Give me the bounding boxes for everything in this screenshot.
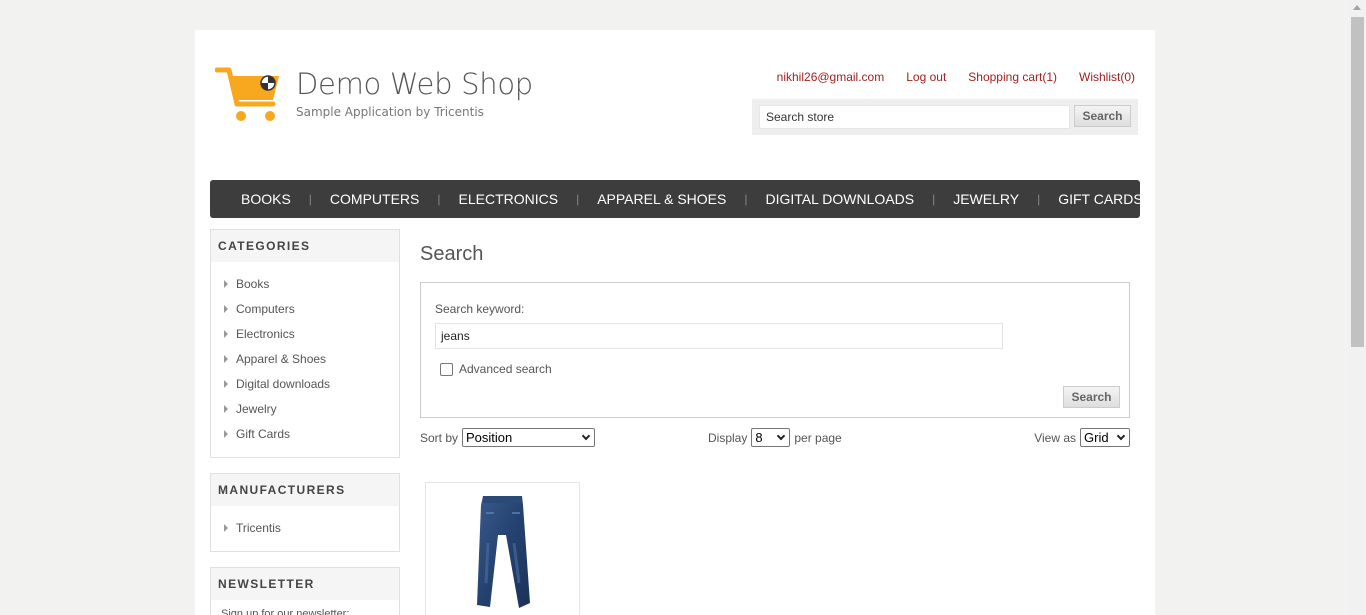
store-search-button[interactable]: Search: [1074, 105, 1131, 127]
shopping-cart-logo-icon[interactable]: [215, 66, 281, 124]
newsletter-text: Sign up for our newsletter:: [221, 608, 350, 615]
menu-item-gift-cards[interactable]: GIFT CARDS: [1040, 191, 1161, 207]
arrow-right-icon: [224, 304, 228, 313]
shop-subtitle: Sample Application by Tricentis: [296, 105, 484, 119]
search-button[interactable]: Search: [1063, 386, 1120, 408]
category-item-jewelry[interactable]: Jewelry: [224, 396, 399, 421]
search-keyword-label: Search keyword:: [435, 302, 525, 316]
category-item-computers[interactable]: Computers: [224, 296, 399, 321]
store-search-box: Search store Search: [752, 99, 1138, 135]
advanced-search-option[interactable]: Advanced search: [440, 362, 552, 376]
menu-item-electronics[interactable]: ELECTRONICS: [441, 191, 577, 207]
arrow-right-icon: [224, 429, 228, 438]
category-item-apparel-shoes[interactable]: Apparel & Shoes: [224, 346, 399, 371]
menu-item-jewelry[interactable]: JEWELRY: [935, 191, 1037, 207]
sort-by-select[interactable]: Position: [462, 428, 596, 447]
arrow-right-icon: [224, 354, 228, 363]
advanced-search-checkbox[interactable]: [440, 362, 453, 376]
shopping-cart-link[interactable]: Shopping cart(1): [968, 70, 1057, 84]
product-item[interactable]: [425, 482, 580, 615]
arrow-right-icon: [224, 279, 228, 288]
wishlist-link[interactable]: Wishlist(0): [1079, 70, 1135, 84]
category-item-gift-cards[interactable]: Gift Cards: [224, 421, 399, 446]
categories-title: CATEGORIES: [211, 230, 399, 262]
chevron-down-icon: [581, 431, 591, 440]
page-size-value: 8: [755, 430, 763, 445]
store-search-input[interactable]: Search store: [759, 105, 1070, 129]
page-title: Search: [420, 243, 484, 265]
category-label[interactable]: Jewelry: [236, 402, 277, 416]
category-label[interactable]: Gift Cards: [236, 427, 290, 441]
menu-item-digital-downloads[interactable]: DIGITAL DOWNLOADS: [748, 191, 933, 207]
menu-item-computers[interactable]: COMPUTERS: [312, 191, 437, 207]
sort-by-label: Sort by: [420, 430, 459, 445]
chevron-down-icon: [777, 431, 786, 440]
manufacturer-item-tricentis[interactable]: Tricentis: [224, 515, 399, 540]
product-selectors: Sort by Position Display 8 per page View…: [420, 428, 1130, 448]
category-label[interactable]: Books: [236, 277, 269, 291]
menu-item-books[interactable]: BOOKS: [223, 191, 309, 207]
sort-by-value: Position: [466, 430, 513, 445]
arrow-right-icon: [224, 329, 228, 338]
logout-link[interactable]: Log out: [906, 70, 946, 84]
view-as-group: View as Grid: [1034, 428, 1130, 447]
search-keyword-input[interactable]: jeans: [435, 323, 1003, 349]
display-group: Display 8 per page: [708, 428, 842, 447]
arrow-right-icon: [224, 379, 228, 388]
chevron-down-icon: [1116, 431, 1126, 440]
per-page-label: per page: [794, 430, 842, 445]
page-size-select[interactable]: 8: [751, 428, 791, 447]
manufacturers-block: MANUFACTURERS Tricentis: [210, 473, 400, 552]
top-menu: BOOKS | COMPUTERS | ELECTRONICS | APPARE…: [210, 180, 1143, 218]
scrollbar-thumb[interactable]: [1351, 17, 1364, 347]
arrow-right-icon: [224, 404, 228, 413]
search-panel: Search keyword: jeans Advanced search Se…: [420, 282, 1130, 418]
category-item-electronics[interactable]: Electronics: [224, 321, 399, 346]
menu-item-apparel-shoes[interactable]: APPAREL & SHOES: [579, 191, 744, 207]
account-link[interactable]: nikhil26@gmail.com: [777, 70, 885, 84]
category-label[interactable]: Digital downloads: [236, 377, 330, 391]
jeans-product-image[interactable]: [426, 483, 581, 615]
sort-by-group: Sort by Position: [420, 428, 596, 447]
view-mode-select[interactable]: Grid: [1080, 428, 1130, 447]
category-item-books[interactable]: Books: [224, 271, 399, 296]
shop-title[interactable]: Demo Web Shop: [296, 67, 533, 101]
advanced-search-label[interactable]: Advanced search: [459, 362, 552, 376]
manufacturer-label[interactable]: Tricentis: [236, 521, 281, 535]
scroll-up-arrow-icon[interactable]: [1353, 5, 1361, 10]
view-mode-value: Grid: [1084, 430, 1109, 445]
header-links: nikhil26@gmail.com Log out Shopping cart…: [777, 70, 1135, 84]
manufacturers-title: MANUFACTURERS: [211, 474, 399, 506]
categories-block: CATEGORIES Books Computers Electronics A…: [210, 229, 400, 458]
category-item-digital-downloads[interactable]: Digital downloads: [224, 371, 399, 396]
view-as-label: View as: [1034, 430, 1076, 445]
arrow-right-icon: [224, 523, 228, 532]
newsletter-title: NEWSLETTER: [211, 568, 399, 600]
newsletter-block: NEWSLETTER Sign up for our newsletter:: [210, 567, 400, 615]
category-label[interactable]: Computers: [236, 302, 295, 316]
page-container: Demo Web Shop Sample Application by Tric…: [195, 30, 1155, 615]
category-label[interactable]: Electronics: [236, 327, 295, 341]
page-scrollbar[interactable]: [1349, 0, 1366, 615]
display-label: Display: [708, 430, 748, 445]
category-label[interactable]: Apparel & Shoes: [236, 352, 326, 366]
